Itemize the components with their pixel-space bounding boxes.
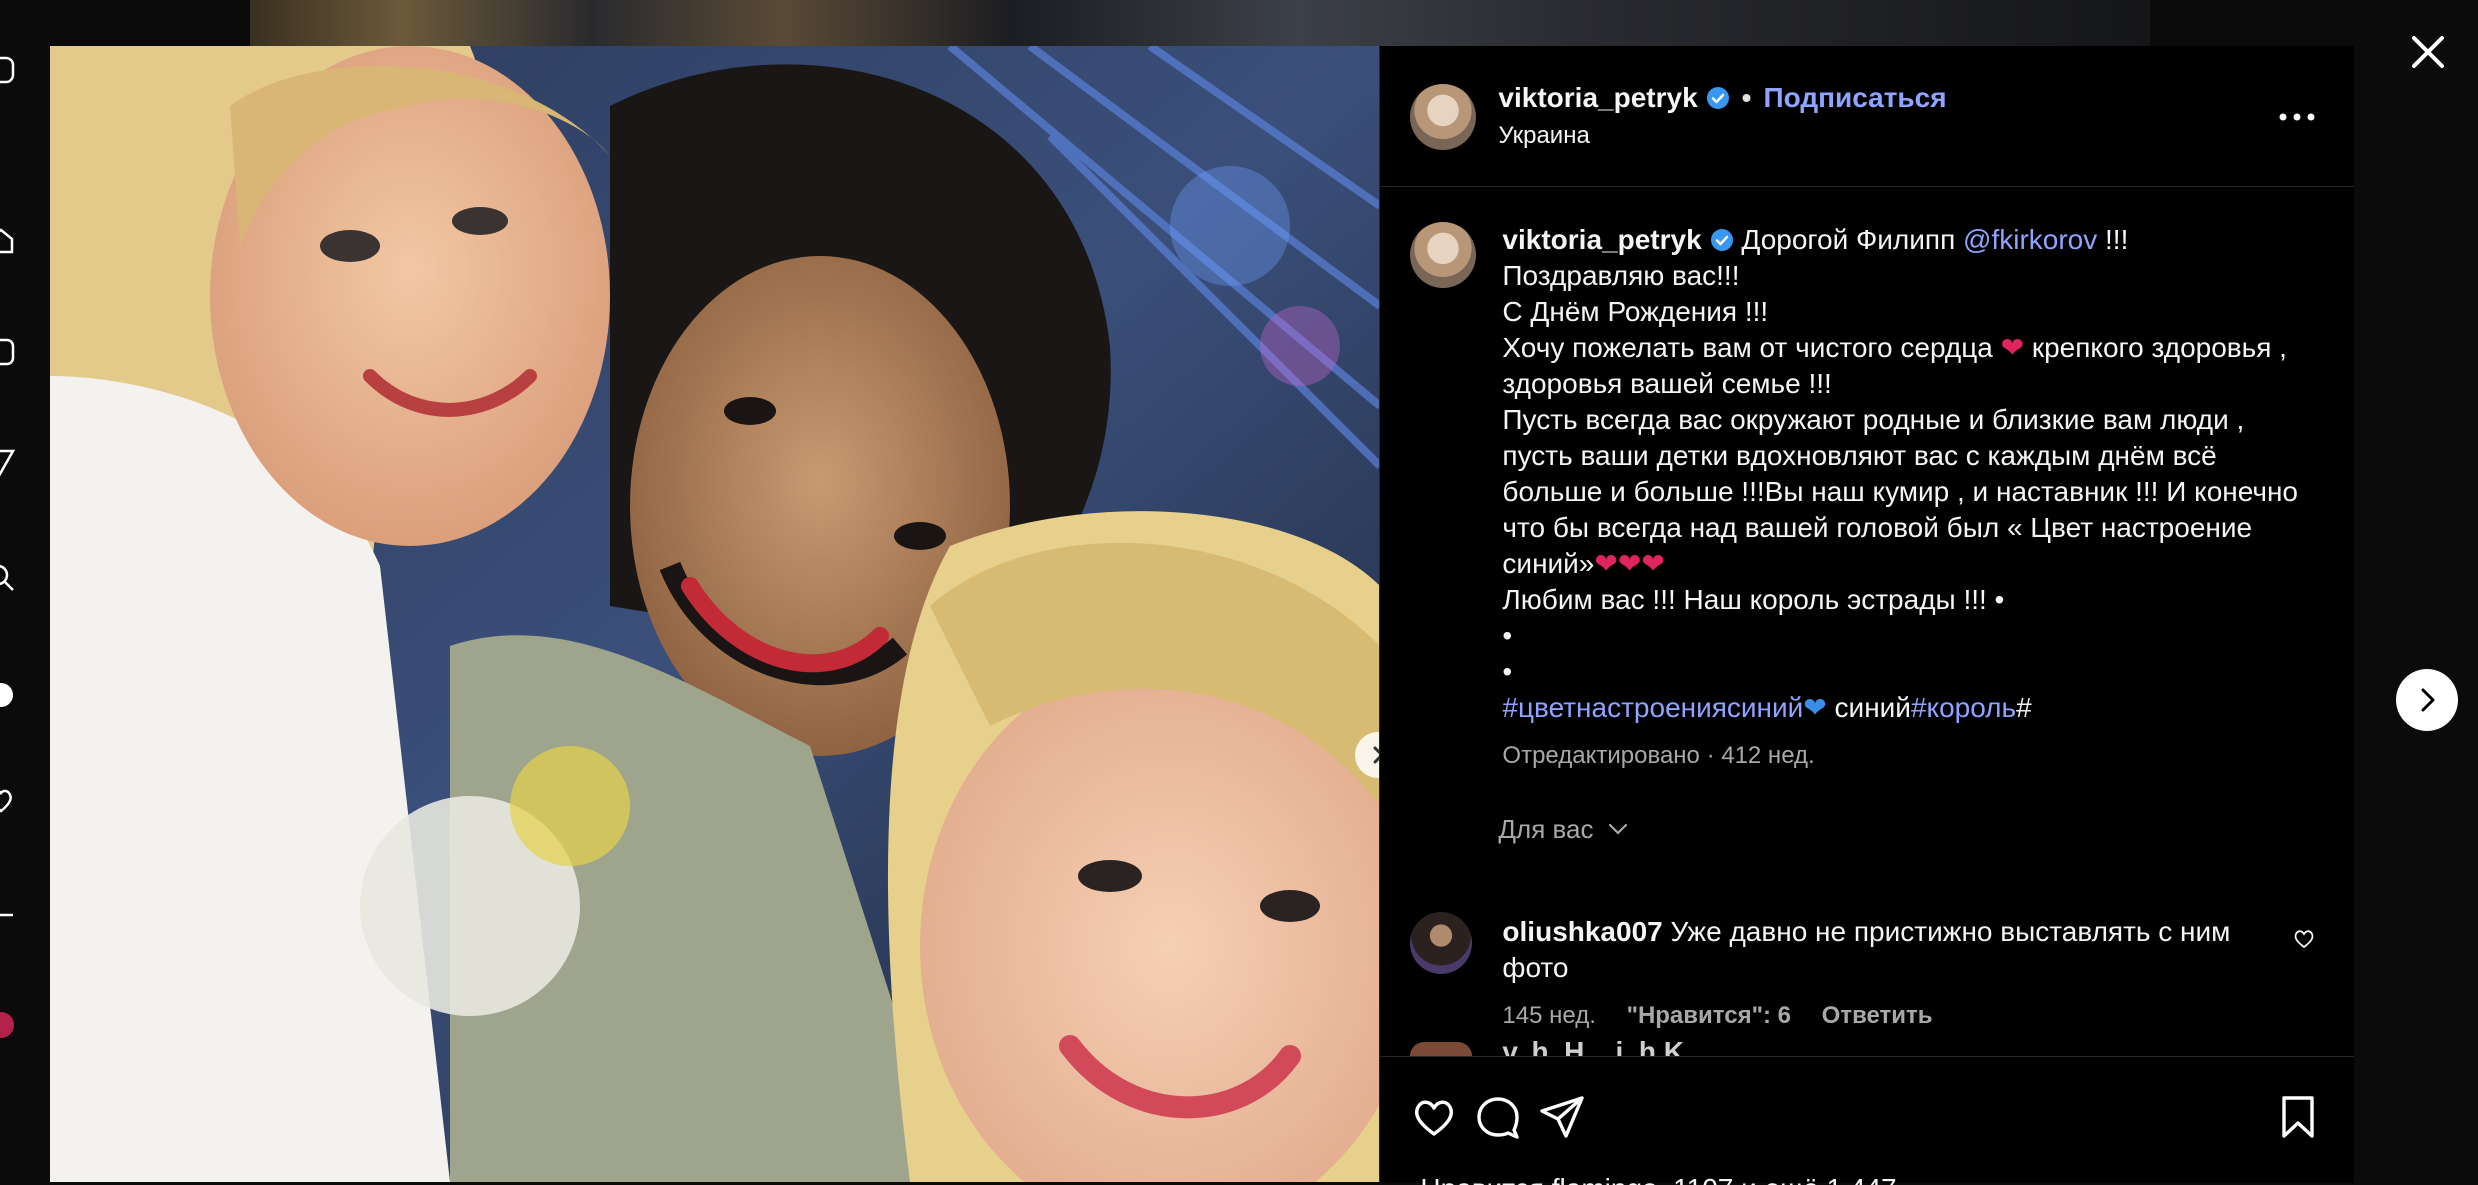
verified-icon (1710, 229, 1733, 251)
caption-line: Хочу пожелать вам от чистого сердца (1502, 332, 1993, 363)
author-username[interactable]: viktoria_petryk (1498, 82, 1697, 113)
for-you-label: Для вас (1498, 814, 1594, 844)
caption-avatar[interactable] (1410, 222, 1477, 288)
post-caption: viktoria_petryk Дорогой Филипп @fkirkoro… (1502, 222, 2302, 774)
selfie-image (50, 46, 1380, 1182)
close-icon[interactable] (2402, 26, 2454, 78)
hashtag-link[interactable]: #король (1911, 692, 2016, 723)
caption-username[interactable]: viktoria_petryk (1502, 224, 1701, 255)
share-icon[interactable] (1538, 1093, 1586, 1141)
left-nav-rail (0, 0, 28, 1182)
next-comment-peek: v..h_H....i..h K (1502, 1036, 1684, 1056)
post-location[interactable]: Украина (1498, 122, 1589, 150)
mention-link[interactable]: @fkirkorov (1963, 224, 2097, 255)
notifications-icon[interactable] (0, 785, 16, 815)
bullet: • (1502, 656, 1513, 687)
reels-icon[interactable] (0, 337, 16, 367)
create-icon[interactable] (0, 900, 16, 930)
bookmark-icon[interactable] (2274, 1093, 2322, 1141)
for-you-dropdown[interactable]: Для вас (1498, 814, 1628, 845)
comment-likes[interactable]: "Нравится": 6 (1627, 1002, 1791, 1029)
comment-time[interactable]: 145 нед. (1502, 1002, 1595, 1029)
instagram-icon[interactable] (0, 55, 16, 85)
heart-icon[interactable] (2292, 926, 2316, 950)
heart-icon[interactable] (1410, 1093, 1458, 1141)
commenter-username[interactable]: oliushka007 (1502, 916, 1662, 947)
caption-line: Любим вас !!! Наш король эстрады !!! • (1502, 584, 2005, 615)
comments-scroll-area[interactable]: viktoria_petryk Дорогой Филипп @fkirkoro… (1380, 186, 2354, 1056)
post-actions-bar: Нравится flamingo_1107 и ещё 1 447 (1380, 1056, 2355, 1185)
comment-meta: 145 нед. "Нравится": 6 Ответить (1502, 1002, 1956, 1030)
more-icon[interactable] (2276, 106, 2318, 128)
explore-icon[interactable] (0, 680, 16, 710)
post-photo (50, 46, 1380, 1182)
chevron-right-icon (2421, 688, 2435, 712)
post-side-panel: viktoria_petryk • Подписаться Украина vikt… (1379, 46, 2355, 1185)
caption-line: Поздравляю вас!!! (1502, 260, 1740, 291)
profile-avatar-icon[interactable] (0, 1010, 16, 1040)
caption-word: синий (1834, 692, 1911, 723)
comment-body: oliushka007 Уже давно не пристижно выста… (1502, 914, 2262, 986)
post-header: viktoria_petryk • Подписаться Украина (1380, 46, 2355, 187)
bullet: • (1502, 620, 1513, 651)
commenter-avatar[interactable] (1410, 912, 1473, 974)
follow-button[interactable]: Подписаться (1763, 82, 1946, 113)
caption-text: !!! (2105, 224, 2129, 255)
search-icon[interactable] (0, 563, 16, 593)
caption-meta: Отредактировано · 412 нед. (1502, 742, 1815, 769)
caption-line: С Днём Рождения !!! (1502, 296, 1769, 327)
author-line: viktoria_petryk • Подписаться (1498, 82, 1946, 114)
verified-icon (1706, 87, 1729, 109)
likes-summary[interactable]: Нравится flamingo_1107 и ещё 1 447 (1420, 1173, 1896, 1185)
hashtag-link[interactable]: #цветнастроениясиний (1502, 692, 1803, 723)
separator-dot: • (1741, 82, 1752, 113)
direct-icon[interactable] (0, 447, 16, 477)
next-post-button[interactable] (2396, 669, 2458, 731)
hearts-emoji: ❤❤❤ (1594, 548, 1665, 579)
home-icon[interactable] (0, 225, 16, 255)
blue-heart-emoji: ❤ (1803, 692, 1827, 723)
reply-button[interactable]: Ответить (1822, 1002, 1933, 1029)
caption-text: Дорогой Филипп (1741, 224, 1956, 255)
chevron-right-icon (1373, 746, 1380, 764)
comment-icon[interactable] (1474, 1093, 1522, 1141)
post-modal: viktoria_petryk • Подписаться Украина vikt… (50, 46, 2355, 1185)
heart-emoji: ❤ (2000, 332, 2025, 363)
background-feed-strip (250, 0, 2150, 46)
chevron-down-icon (1608, 823, 1627, 835)
author-avatar[interactable] (1410, 84, 1477, 150)
caption-hash: # (2016, 692, 2032, 723)
next-commenter-avatar (1410, 1042, 1473, 1056)
